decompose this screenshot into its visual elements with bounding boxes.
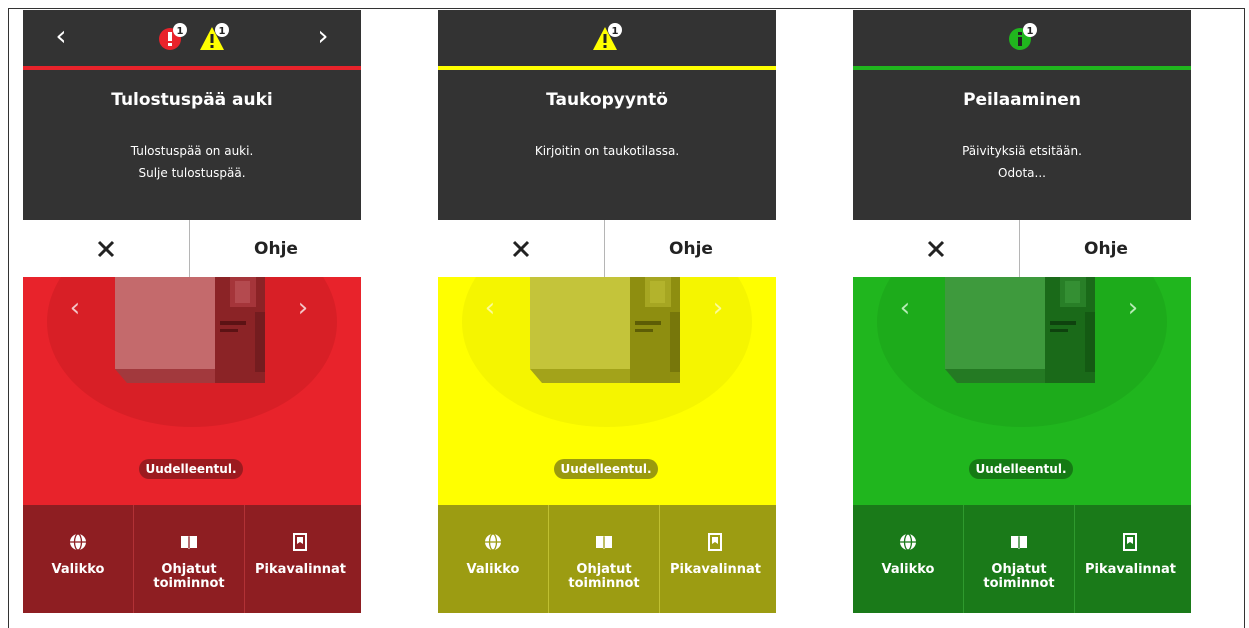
help-button[interactable]: Ohje	[606, 220, 776, 277]
status-bar: 1	[438, 10, 776, 63]
alert-message: Päivityksiä etsitään. Odota...	[853, 140, 1191, 184]
status-bar: ‹ 1 1 ›	[23, 10, 361, 63]
printer-status-area: ‹ › Uudelleentul.	[438, 277, 776, 505]
alert-message-line-1: Kirjoitin on taukotilassa.	[534, 144, 680, 158]
dismiss-button[interactable]	[23, 220, 190, 277]
alert-title: Taukopyyntö	[546, 90, 668, 110]
next-alert-button[interactable]: ›	[303, 14, 343, 58]
warning-count-badge: 1	[612, 26, 619, 37]
globe-icon	[900, 533, 916, 551]
printer-illustration	[530, 277, 680, 383]
printer-illustration	[115, 277, 265, 383]
wizards-tile[interactable]: Ohjatut toiminnot	[964, 505, 1075, 613]
dismiss-button[interactable]	[438, 220, 605, 277]
warning-count-badge: 1	[219, 26, 226, 37]
chevron-right-icon: ›	[317, 19, 329, 52]
shortcuts-tile-label: Pikavalinnat	[1084, 562, 1177, 577]
status-bar: 1	[853, 10, 1191, 63]
info-icon[interactable]: 1	[1007, 22, 1037, 52]
menu-tile[interactable]: Valikko	[853, 505, 964, 613]
reprint-button[interactable]: Uudelleentul.	[139, 459, 243, 479]
bookmark-icon	[293, 533, 307, 551]
menu-tile-label: Valikko	[466, 562, 520, 577]
status-divider	[23, 66, 361, 70]
shortcuts-tile[interactable]: Pikavalinnat	[660, 505, 771, 613]
printer-screen-info: 1 Peilaaminen Päivityksiä etsitään. Odot…	[853, 10, 1191, 613]
help-button[interactable]: Ohje	[1021, 220, 1191, 277]
status-divider	[853, 66, 1191, 70]
book-icon	[181, 536, 197, 549]
help-button[interactable]: Ohje	[191, 220, 361, 277]
alert-header: 1 Taukopyyntö Kirjoitin on taukotilassa.	[438, 10, 776, 220]
reprint-button[interactable]: Uudelleentul.	[554, 459, 658, 479]
alert-message-line-2: Sulje tulostuspää.	[138, 166, 246, 180]
alert-message-line-1: Päivityksiä etsitään.	[962, 144, 1082, 158]
error-icon[interactable]: 1	[157, 22, 187, 52]
shortcuts-tile-label: Pikavalinnat	[669, 562, 762, 577]
wizards-tile[interactable]: Ohjatut toiminnot	[134, 505, 245, 613]
printer-status-area: ‹ › Uudelleentul.	[853, 277, 1191, 505]
wizards-tile-label: Ohjatut toiminnot	[983, 562, 1055, 591]
carousel-next-icon[interactable]: ›	[1121, 291, 1145, 325]
close-icon	[927, 240, 945, 257]
carousel-next-icon[interactable]: ›	[706, 291, 730, 325]
carousel-prev-icon[interactable]: ‹	[893, 291, 917, 325]
printer-screen-error: ‹ 1 1 › Tulostuspää auki Tulostuspää on …	[23, 10, 361, 613]
warning-icon[interactable]: 1	[592, 22, 622, 52]
globe-icon	[70, 533, 86, 551]
wizards-tile-label: Ohjatut toiminnot	[153, 562, 225, 591]
shortcuts-tile[interactable]: Pikavalinnat	[1075, 505, 1186, 613]
menu-tile[interactable]: Valikko	[438, 505, 549, 613]
close-icon	[97, 240, 115, 257]
info-count-badge: 1	[1027, 26, 1034, 37]
action-bar: Ohje	[438, 220, 776, 277]
carousel-prev-icon[interactable]: ‹	[63, 291, 87, 325]
alert-header: ‹ 1 1 › Tulostuspää auki Tulostuspää on …	[23, 10, 361, 220]
dismiss-button[interactable]	[853, 220, 1020, 277]
alert-title: Tulostuspää auki	[111, 90, 273, 110]
wizards-tile-label: Ohjatut toiminnot	[568, 562, 640, 591]
bottom-nav: Valikko Ohjatut toiminnot Pikavalinnat	[23, 505, 361, 613]
bottom-nav: Valikko Ohjatut toiminnot Pikavalinnat	[438, 505, 776, 613]
globe-icon	[485, 533, 501, 551]
book-icon	[1011, 536, 1027, 549]
menu-tile-label: Valikko	[51, 562, 105, 577]
carousel-next-icon[interactable]: ›	[291, 291, 315, 325]
bookmark-icon	[1123, 533, 1137, 551]
printer-illustration	[945, 277, 1095, 383]
wizards-tile[interactable]: Ohjatut toiminnot	[549, 505, 660, 613]
shortcuts-tile[interactable]: Pikavalinnat	[245, 505, 356, 613]
action-bar: Ohje	[23, 220, 361, 277]
menu-tile[interactable]: Valikko	[23, 505, 134, 613]
reprint-button[interactable]: Uudelleentul.	[969, 459, 1073, 479]
book-icon	[596, 536, 612, 549]
alert-message: Kirjoitin on taukotilassa.	[438, 140, 776, 162]
bottom-nav: Valikko Ohjatut toiminnot Pikavalinnat	[853, 505, 1191, 613]
warning-icon[interactable]: 1	[199, 22, 229, 52]
carousel-prev-icon[interactable]: ‹	[478, 291, 502, 325]
error-count-badge: 1	[177, 26, 184, 37]
alert-message-line-1: Tulostuspää on auki.	[130, 144, 254, 158]
status-divider	[438, 66, 776, 70]
action-bar: Ohje	[853, 220, 1191, 277]
close-icon	[512, 240, 530, 257]
alert-message: Tulostuspää on auki. Sulje tulostuspää.	[23, 140, 361, 184]
alert-header: 1 Peilaaminen Päivityksiä etsitään. Odot…	[853, 10, 1191, 220]
printer-status-area: ‹ › Uudelleentul.	[23, 277, 361, 505]
shortcuts-tile-label: Pikavalinnat	[254, 562, 347, 577]
alert-message-line-2: Odota...	[998, 166, 1046, 180]
alert-title: Peilaaminen	[963, 90, 1081, 110]
bookmark-icon	[708, 533, 722, 551]
menu-tile-label: Valikko	[881, 562, 935, 577]
printer-screen-warning: 1 Taukopyyntö Kirjoitin on taukotilassa.…	[438, 10, 776, 613]
